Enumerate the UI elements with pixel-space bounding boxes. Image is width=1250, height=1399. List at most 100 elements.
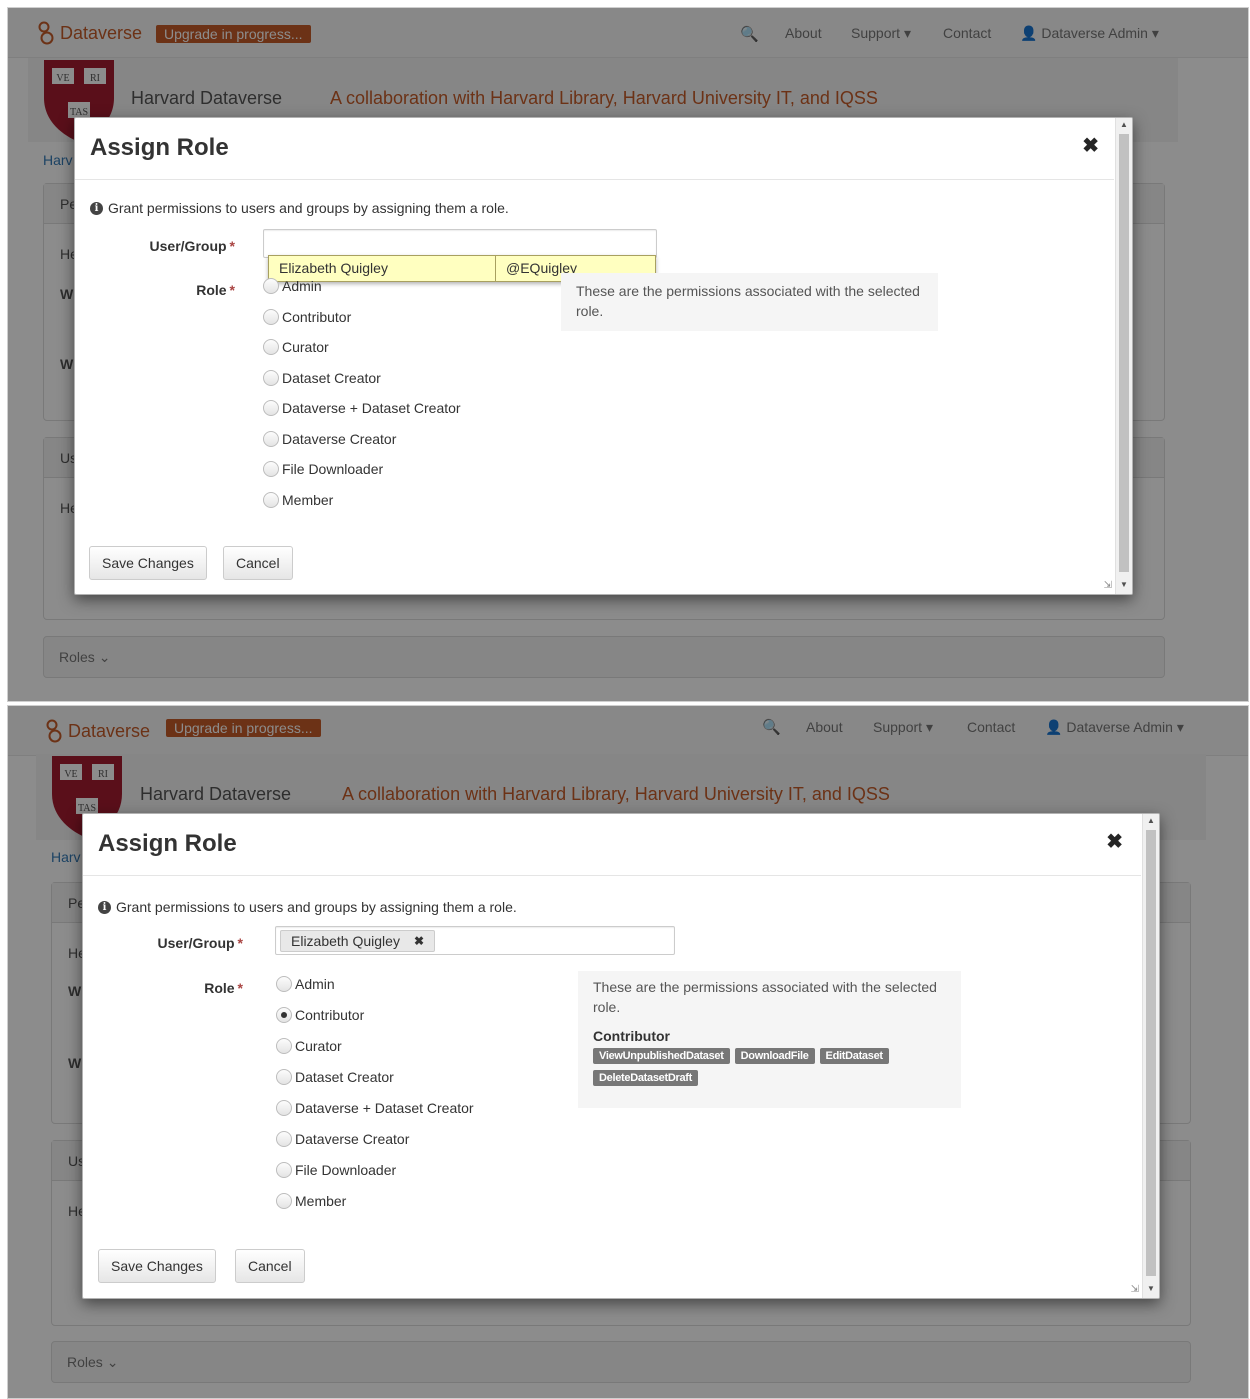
modal-title: Assign Role	[90, 134, 229, 161]
role-option-file-downloader[interactable]: File Downloader	[276, 1162, 396, 1178]
radio-button[interactable]	[263, 461, 279, 477]
required-mark: *	[237, 935, 243, 951]
role-option-label: Dataverse + Dataset Creator	[295, 1100, 474, 1116]
role-option-label: Dataverse + Dataset Creator	[282, 400, 461, 416]
assign-role-modal: Assign Role ✖ i Grant permissions to use…	[82, 813, 1160, 1299]
role-option-dataverse-creator[interactable]: Dataverse Creator	[263, 431, 396, 447]
role-option-label: Admin	[282, 278, 322, 294]
user-group-input[interactable]	[263, 229, 657, 258]
scroll-up-arrow-icon[interactable]: ▲	[1143, 814, 1159, 828]
scrollbar-thumb[interactable]	[1146, 830, 1156, 1276]
role-option-dataset-creator[interactable]: Dataset Creator	[263, 370, 381, 386]
radio-button[interactable]	[263, 278, 279, 294]
role-option-label: Dataverse Creator	[295, 1131, 410, 1147]
role-option-curator[interactable]: Curator	[276, 1038, 342, 1054]
radio-button[interactable]	[276, 976, 292, 992]
radio-button[interactable]	[263, 370, 279, 386]
role-option-label: Curator	[282, 339, 329, 355]
role-label: Role *	[75, 282, 235, 298]
help-text: i Grant permissions to users and groups …	[90, 200, 509, 216]
scroll-up-arrow-icon[interactable]: ▲	[1116, 118, 1132, 132]
permission-tag: EditDataset	[819, 1048, 889, 1064]
role-label-text: Role	[204, 980, 235, 996]
permission-tag-list: ViewUnpublishedDataset DownloadFile Edit…	[593, 1048, 903, 1092]
close-icon[interactable]: ✖	[1082, 136, 1099, 156]
radio-button[interactable]	[263, 339, 279, 355]
role-option-contributor[interactable]: Contributor	[276, 1007, 364, 1023]
role-option-contributor[interactable]: Contributor	[263, 309, 351, 325]
radio-button[interactable]	[276, 1162, 292, 1178]
remove-token-icon[interactable]: ✖	[414, 931, 424, 951]
required-mark: *	[237, 980, 243, 996]
modal-header: Assign Role ✖	[75, 118, 1114, 180]
radio-button[interactable]	[276, 1193, 292, 1209]
screenshot-before: Dataverse Upgrade in progress... 🔍 About…	[7, 7, 1249, 702]
modal-scrollbar[interactable]: ▲ ▼	[1115, 118, 1132, 594]
radio-button[interactable]	[263, 400, 279, 416]
help-text: i Grant permissions to users and groups …	[98, 899, 517, 915]
role-option-label: Dataverse Creator	[282, 431, 397, 447]
permissions-box: These are the permissions associated wit…	[561, 273, 938, 331]
screenshot-after: Dataverse Upgrade in progress... 🔍 About…	[7, 705, 1249, 1399]
help-text-label: Grant permissions to users and groups by…	[116, 899, 517, 915]
role-option-label: Member	[295, 1193, 347, 1209]
info-icon: i	[98, 900, 111, 914]
radio-button[interactable]	[276, 1038, 292, 1054]
radio-button[interactable]	[276, 1069, 292, 1085]
radio-button-checked[interactable]	[276, 1007, 292, 1023]
cancel-button[interactable]: Cancel	[235, 1249, 305, 1283]
modal-header: Assign Role ✖	[83, 814, 1141, 876]
role-option-label: Contributor	[295, 1007, 365, 1023]
cancel-button[interactable]: Cancel	[223, 546, 293, 580]
modal-title: Assign Role	[98, 830, 237, 857]
scroll-down-arrow-icon[interactable]: ▼	[1116, 578, 1132, 592]
permission-tag: ViewUnpublishedDataset	[593, 1048, 730, 1064]
modal-scrollbar[interactable]: ▲ ▼	[1142, 814, 1159, 1298]
role-option-label: Curator	[295, 1038, 342, 1054]
role-option-member[interactable]: Member	[276, 1193, 346, 1209]
radio-button[interactable]	[263, 492, 279, 508]
permission-tag: DownloadFile	[734, 1048, 815, 1064]
radio-button[interactable]	[276, 1100, 292, 1116]
radio-button[interactable]	[263, 309, 279, 325]
role-option-label: File Downloader	[295, 1162, 397, 1178]
token-label: Elizabeth Quigley	[291, 933, 400, 949]
close-icon[interactable]: ✖	[1106, 832, 1123, 852]
save-changes-button[interactable]: Save Changes	[89, 546, 207, 580]
role-option-member[interactable]: Member	[263, 492, 333, 508]
role-option-file-downloader[interactable]: File Downloader	[263, 461, 383, 477]
role-option-label: File Downloader	[282, 461, 384, 477]
permissions-intro: These are the permissions associated wit…	[576, 283, 920, 319]
permissions-intro: These are the permissions associated wit…	[593, 979, 937, 1015]
role-option-admin[interactable]: Admin	[276, 976, 335, 992]
radio-button[interactable]	[276, 1131, 292, 1147]
scrollbar-thumb[interactable]	[1119, 134, 1129, 572]
role-option-dataverse-dataset-creator[interactable]: Dataverse + Dataset Creator	[276, 1100, 474, 1116]
required-mark: *	[229, 282, 235, 298]
role-option-dataverse-dataset-creator[interactable]: Dataverse + Dataset Creator	[263, 400, 461, 416]
help-text-label: Grant permissions to users and groups by…	[108, 200, 509, 216]
user-group-label: User/Group *	[83, 935, 243, 951]
role-option-curator[interactable]: Curator	[263, 339, 329, 355]
resize-grip-icon[interactable]: ⇲	[1131, 1284, 1139, 1295]
role-option-dataset-creator[interactable]: Dataset Creator	[276, 1069, 394, 1085]
user-group-label-text: User/Group	[157, 935, 235, 951]
role-option-label: Dataset Creator	[295, 1069, 394, 1085]
user-group-input[interactable]: Elizabeth Quigley ✖	[275, 926, 675, 955]
role-option-admin[interactable]: Admin	[263, 278, 322, 294]
role-option-label: Member	[282, 492, 334, 508]
selected-role-title: Contributor	[593, 1028, 670, 1044]
info-icon: i	[90, 201, 103, 215]
role-option-dataverse-creator[interactable]: Dataverse Creator	[276, 1131, 409, 1147]
user-group-token: Elizabeth Quigley ✖	[280, 930, 436, 952]
role-option-label: Admin	[295, 976, 335, 992]
role-option-label: Dataset Creator	[282, 370, 381, 386]
scroll-down-arrow-icon[interactable]: ▼	[1143, 1282, 1159, 1296]
permission-tag: DeleteDatasetDraft	[593, 1070, 699, 1086]
role-label-text: Role	[196, 282, 227, 298]
radio-button[interactable]	[263, 431, 279, 447]
resize-grip-icon[interactable]: ⇲	[1104, 580, 1112, 591]
user-group-label: User/Group *	[75, 238, 235, 254]
save-changes-button[interactable]: Save Changes	[98, 1249, 216, 1283]
permissions-box: These are the permissions associated wit…	[578, 971, 961, 1108]
